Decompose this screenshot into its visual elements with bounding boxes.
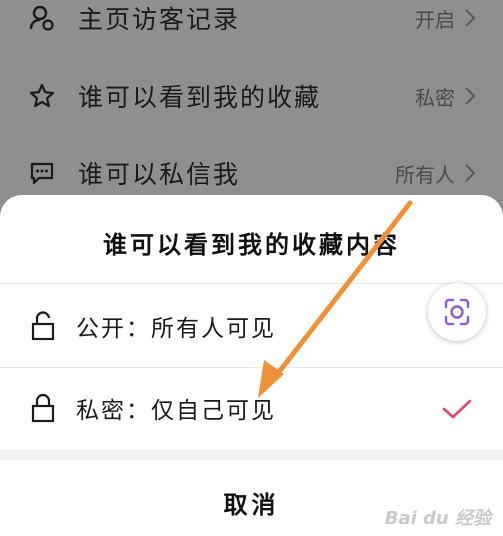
unlocked-icon <box>31 311 55 341</box>
locked-icon <box>31 393 55 423</box>
settings-row-label: 主页访客记录 <box>78 5 241 34</box>
settings-row-label: 谁可以私信我 <box>78 160 241 189</box>
visibility-bottom-sheet: 谁可以看到我的收藏内容 公开：所有人可见 私密：仅自己可见 取消 <box>0 195 503 536</box>
settings-row-value: 开启 <box>415 7 455 32</box>
settings-row-label: 谁可以看到我的收藏 <box>78 83 322 112</box>
settings-row-value: 所有人 <box>395 162 455 187</box>
watermark: Bai du 经验 <box>384 508 491 529</box>
option-private[interactable]: 私密：仅自己可见 <box>0 369 503 449</box>
sheet-title: 谁可以看到我的收藏内容 <box>103 231 400 259</box>
chevron-right-icon <box>465 87 476 105</box>
checkmark-icon <box>442 399 472 419</box>
person-clock-icon <box>28 4 56 32</box>
divider <box>0 367 503 368</box>
option-label: 公开：所有人可见 <box>76 316 276 342</box>
option-label: 私密：仅自己可见 <box>76 398 276 424</box>
message-icon <box>28 159 56 187</box>
settings-row-favorites-visibility[interactable]: 谁可以看到我的收藏 私密 <box>0 66 503 126</box>
scan-icon <box>444 298 470 326</box>
scan-button[interactable] <box>428 283 486 341</box>
chevron-right-icon <box>465 164 476 182</box>
settings-row-direct-message[interactable]: 谁可以私信我 所有人 <box>0 143 503 203</box>
chevron-right-icon <box>465 9 476 27</box>
settings-row-value: 私密 <box>415 85 455 110</box>
section-gap <box>0 450 503 460</box>
star-icon <box>28 82 56 110</box>
settings-row-visitor-log[interactable]: 主页访客记录 开启 <box>0 0 503 48</box>
